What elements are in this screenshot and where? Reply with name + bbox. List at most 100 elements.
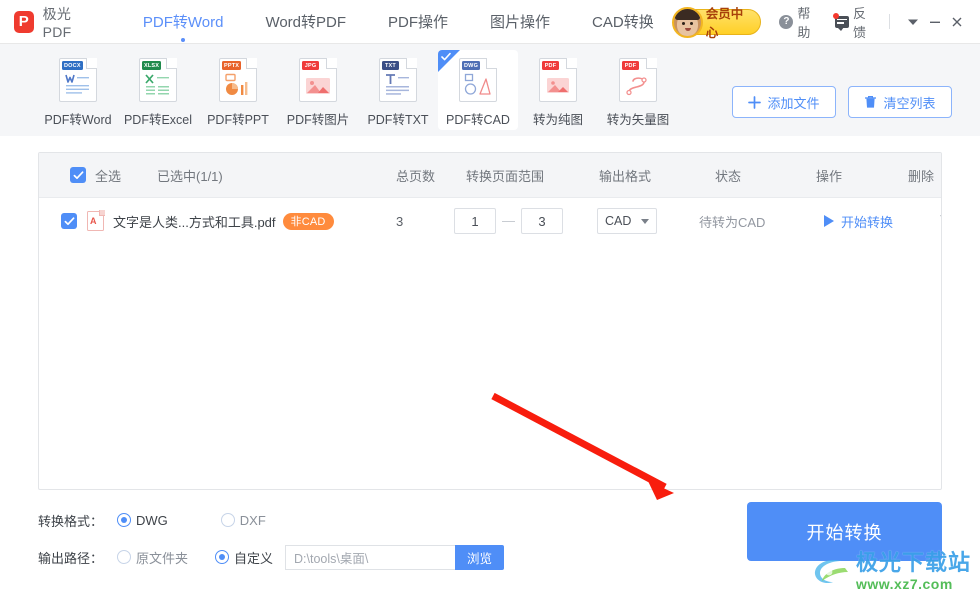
path-label: 输出路径： bbox=[38, 550, 104, 566]
col-total-pages: 总页数 bbox=[396, 168, 436, 184]
ppt-doc-icon: PPTX bbox=[219, 58, 257, 102]
tool-label: 转为矢量图 bbox=[606, 113, 670, 127]
tool-pdf-to-excel[interactable]: XLSX PDF转Excel bbox=[118, 50, 198, 130]
app-title: 极光PDF bbox=[42, 5, 72, 40]
col-output-format: 输出格式 bbox=[599, 168, 652, 184]
tool-pdf-to-image[interactable]: JPG PDF转图片 bbox=[278, 50, 358, 130]
table-header: 全选 已选中(1/1) 总页数 转换页面范围 输出格式 状态 操作 删除 bbox=[39, 153, 941, 198]
nav-item-pdf-operations[interactable]: PDF操作 bbox=[367, 0, 469, 44]
col-operation: 操作 bbox=[816, 168, 843, 184]
main-nav: PDF转Word Word转PDF PDF操作 图片操作 CAD转换 bbox=[122, 0, 675, 44]
status-badge: 非CAD bbox=[282, 212, 334, 230]
feedback-icon bbox=[833, 12, 849, 31]
tool-pdf-to-ppt[interactable]: PPTX PDF转PPT bbox=[198, 50, 278, 130]
tool-label: 转为纯图 bbox=[532, 113, 583, 127]
raster-doc-icon: PDF bbox=[539, 58, 577, 102]
output-format-cell: CAD bbox=[597, 208, 657, 234]
select-all-label: 全选 bbox=[95, 168, 122, 184]
radio-dot-icon bbox=[220, 513, 235, 527]
title-bar: P 极光PDF PDF转Word Word转PDF PDF操作 图片操作 CAD… bbox=[0, 0, 980, 44]
feedback-label: 反馈 bbox=[853, 5, 867, 40]
output-format-value: CAD bbox=[605, 214, 632, 228]
radio-dwg[interactable]: DWG bbox=[112, 513, 168, 528]
tool-pdf-to-txt[interactable]: TXT PDF转TXT bbox=[358, 50, 438, 130]
radio-custom-folder-label: 自定义 bbox=[234, 550, 274, 566]
format-row: 转换格式： DWG DXF bbox=[38, 505, 504, 535]
vector-doc-icon: PDF bbox=[619, 58, 657, 102]
trash-icon bbox=[864, 95, 877, 109]
member-center-button[interactable]: 会员中心 bbox=[671, 6, 762, 40]
start-convert-row-label: 开始转换 bbox=[841, 214, 894, 230]
radio-original-folder[interactable]: 原文件夹 bbox=[112, 548, 188, 567]
range-to-input[interactable] bbox=[521, 208, 563, 234]
app-logo: P 极光PDF bbox=[14, 4, 94, 40]
strip-actions: 添加文件 清空列表 bbox=[720, 86, 952, 118]
txt-doc-icon: TXT bbox=[379, 58, 417, 102]
close-icon[interactable] bbox=[946, 9, 968, 35]
file-list-panel: 全选 已选中(1/1) 总页数 转换页面范围 输出格式 状态 操作 删除 A 文… bbox=[38, 152, 942, 490]
word-doc-icon: DOCX bbox=[59, 58, 97, 102]
range-dash bbox=[502, 220, 515, 222]
conversion-tools: DOCX PDF转Word XLSX PDF转Excel PPTX PDF转PP… bbox=[38, 50, 678, 130]
page-range-control bbox=[454, 208, 563, 234]
output-format-select[interactable]: CAD bbox=[597, 208, 657, 234]
row-status: 待转为CAD bbox=[699, 214, 766, 230]
pdf-file-icon: A bbox=[87, 210, 105, 231]
file-name: 文字是人类...方式和工具.pdf bbox=[113, 214, 276, 230]
select-all-checkbox[interactable] bbox=[70, 167, 86, 183]
output-settings: 转换格式： DWG DXF 输出路径： 原文件夹 自定义 浏览 bbox=[38, 505, 505, 572]
tool-pdf-to-word[interactable]: DOCX PDF转Word bbox=[38, 50, 118, 130]
row-checkbox[interactable] bbox=[61, 213, 77, 229]
nav-item-pdf-to-word[interactable]: PDF转Word bbox=[122, 0, 245, 44]
titlebar-right: 会员中心 ? 帮助 反馈 bbox=[671, 3, 968, 41]
selected-count-label: 已选中(1/1) bbox=[157, 168, 223, 184]
add-file-button[interactable]: 添加文件 bbox=[732, 86, 836, 118]
browse-button[interactable]: 浏览 bbox=[455, 544, 505, 570]
trash-icon bbox=[940, 214, 941, 216]
start-convert-row-button[interactable]: 开始转换 bbox=[824, 212, 893, 231]
tool-pdf-to-cad[interactable]: DWG PDF转CAD bbox=[438, 50, 518, 130]
output-path-input[interactable] bbox=[285, 544, 456, 570]
radio-custom-folder[interactable]: 自定义 bbox=[210, 548, 273, 567]
nav-item-cad-conversion[interactable]: CAD转换 bbox=[571, 0, 675, 44]
col-page-range: 转换页面范围 bbox=[466, 168, 545, 184]
app-window: P 极光PDF PDF转Word Word转PDF PDF操作 图片操作 CAD… bbox=[0, 0, 980, 600]
col-status: 状态 bbox=[715, 168, 742, 184]
chevron-down-icon[interactable] bbox=[901, 9, 923, 35]
tool-to-vector[interactable]: PDF 转为矢量图 bbox=[598, 50, 678, 130]
titlebar-divider bbox=[888, 14, 890, 29]
brand-p-icon: P bbox=[14, 10, 34, 33]
clear-list-label: 清空列表 bbox=[883, 95, 936, 111]
tool-label: PDF转CAD bbox=[446, 113, 510, 127]
tool-label: PDF转Word bbox=[44, 113, 112, 127]
radio-original-folder-label: 原文件夹 bbox=[136, 550, 189, 566]
excel-doc-icon: XLSX bbox=[139, 58, 177, 102]
radio-dot-icon bbox=[215, 550, 230, 564]
path-control: 浏览 bbox=[285, 544, 505, 570]
range-from-input[interactable] bbox=[454, 208, 496, 234]
start-convert-button[interactable]: 开始转换 bbox=[747, 502, 942, 561]
delete-row-button[interactable] bbox=[939, 212, 941, 231]
path-row: 输出路径： 原文件夹 自定义 浏览 bbox=[38, 542, 505, 572]
feedback-button[interactable]: 反馈 bbox=[833, 3, 873, 41]
minimize-icon[interactable] bbox=[924, 9, 946, 35]
tool-to-raster[interactable]: PDF 转为纯图 bbox=[518, 50, 598, 130]
clear-list-button[interactable]: 清空列表 bbox=[848, 86, 952, 118]
radio-dwg-label: DWG bbox=[136, 512, 168, 528]
select-all-control[interactable]: 全选 bbox=[61, 166, 121, 185]
table-row: A 文字是人类...方式和工具.pdf 非CAD 3 CAD 待转为CAD bbox=[39, 198, 941, 244]
radio-dxf[interactable]: DXF bbox=[216, 513, 266, 528]
help-button[interactable]: ? 帮助 bbox=[779, 3, 817, 41]
cad-doc-icon: DWG bbox=[459, 58, 497, 102]
file-cell: A 文字是人类...方式和工具.pdf 非CAD bbox=[61, 210, 334, 231]
chevron-down-icon bbox=[641, 218, 649, 224]
nav-item-word-to-pdf[interactable]: Word转PDF bbox=[244, 0, 367, 44]
play-icon bbox=[824, 215, 834, 227]
tool-label: PDF转PPT bbox=[207, 113, 269, 127]
image-doc-icon: JPG bbox=[299, 58, 337, 102]
tool-strip: DOCX PDF转Word XLSX PDF转Excel PPTX PDF转PP… bbox=[0, 44, 980, 136]
tool-label: PDF转Excel bbox=[123, 113, 193, 127]
nav-item-image-operations[interactable]: 图片操作 bbox=[469, 0, 571, 44]
help-icon: ? bbox=[779, 14, 794, 29]
tool-label: PDF转TXT bbox=[367, 113, 429, 127]
